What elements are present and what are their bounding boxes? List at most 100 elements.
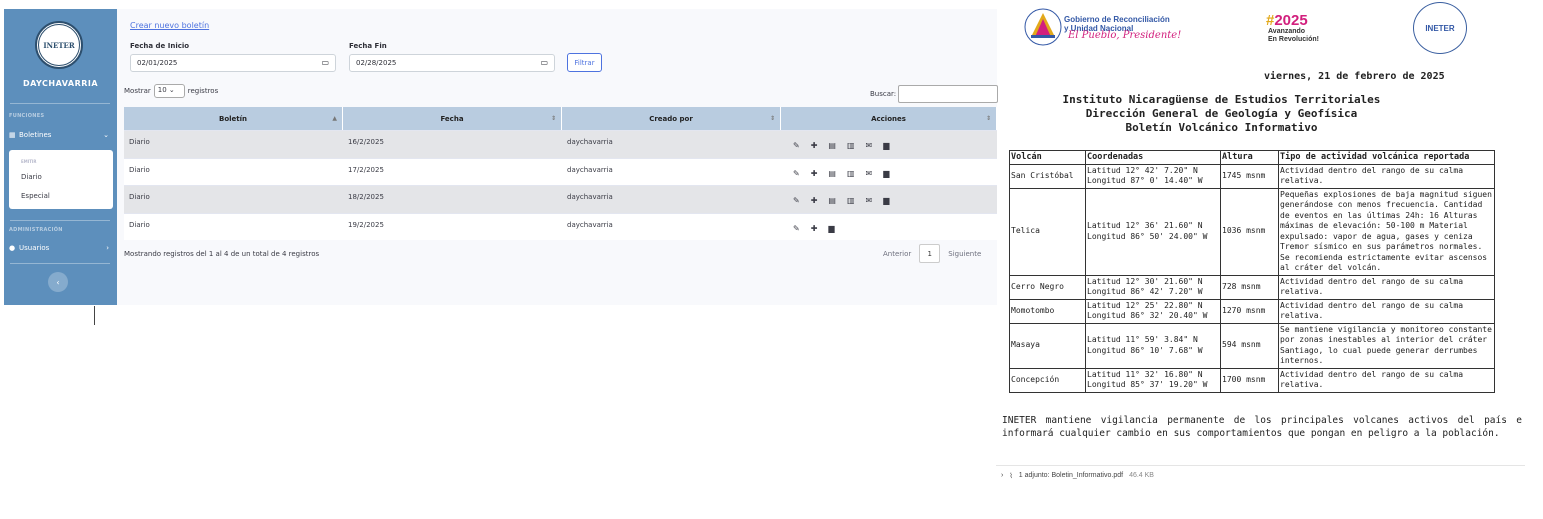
- table-info: Mostrando registros del 1 al 4 de un tot…: [124, 250, 320, 258]
- column-header-creado-por[interactable]: Creado por ⇕: [562, 107, 781, 130]
- cell-creado-por: daychavarria: [567, 220, 613, 229]
- government-slogan: El Pueblo, Presidente!: [1068, 30, 1182, 41]
- bulletin-title-1: Instituto Nicaragüense de Estudios Terri…: [1062, 93, 1381, 106]
- document-icon[interactable]: ▤: [828, 141, 836, 158]
- volcano-row: San Cristóbal Latitud 12° 42' 7.20" N Lon…: [1009, 163, 1495, 189]
- mail-icon[interactable]: ✉: [866, 196, 873, 213]
- edit-icon[interactable]: ✎: [793, 141, 800, 158]
- text-cursor: [94, 306, 95, 325]
- attachment-label[interactable]: 1 adjunto: Boletin_Informativo.pdf: [1019, 472, 1123, 479]
- page-length-value: 10: [157, 86, 167, 94]
- next-page-button[interactable]: Siguiente: [948, 250, 981, 258]
- column-header-acciones[interactable]: Acciones ⇕: [781, 107, 997, 130]
- show-suffix: registros: [187, 87, 219, 95]
- volcano-name: Momotombo: [1009, 298, 1086, 324]
- sidebar-item-usuarios[interactable]: ● Usuarios ›: [9, 241, 113, 255]
- sort-icon: ⇕: [550, 115, 556, 122]
- document-icon[interactable]: ▤: [828, 169, 836, 186]
- table-icon: ▦: [9, 131, 16, 139]
- sidebar-toggle-button[interactable]: ‹: [48, 272, 68, 292]
- bulletin-title-2: Dirección General de Geología y Geofísic…: [1085, 107, 1358, 120]
- filter-button[interactable]: Filtrar: [567, 53, 602, 72]
- cell-fecha: 16/2/2025: [348, 138, 384, 146]
- cell-creado-por: daychavarria: [567, 165, 613, 174]
- page-button[interactable]: 1: [919, 244, 941, 263]
- add-icon[interactable]: ✚: [811, 196, 818, 213]
- column-label: Fecha: [440, 114, 464, 123]
- pdf-icon[interactable]: ▥: [847, 141, 855, 158]
- volcano-table: Volcán Coordenadas Altura Tipo de activi…: [1009, 150, 1495, 393]
- volcano-name: Cerro Negro: [1009, 274, 1086, 300]
- bulletin-title-3: Boletín Volcánico Informativo: [1125, 121, 1318, 134]
- end-date-input[interactable]: 02/28/2025 ▭: [349, 54, 555, 72]
- section-functions: FUNCIONES: [9, 113, 45, 119]
- chevron-left-icon: ‹: [56, 277, 60, 287]
- divider: [10, 103, 110, 104]
- cell-boletin: Diario: [129, 165, 150, 174]
- mail-icon[interactable]: ✉: [866, 169, 873, 186]
- pdf-icon[interactable]: ▥: [847, 196, 855, 213]
- volcano-coords: Latitud 12° 42' 7.20" N Longitud 87° 0' 1…: [1085, 163, 1221, 189]
- revolution-slogan: Avanzando En Revolución!: [1268, 28, 1319, 44]
- cell-creado-por: daychavarria: [567, 193, 613, 201]
- paperclip-icon: ⌇: [1009, 472, 1013, 480]
- mail-icon[interactable]: ✉: [866, 141, 873, 158]
- sort-icon: ⇕: [985, 115, 991, 122]
- sidebar-item-label: Boletines: [19, 131, 52, 139]
- edit-icon[interactable]: ✎: [793, 169, 800, 186]
- cell-boletin: Diario: [129, 220, 150, 229]
- sidebar-brand[interactable]: DAYCHAVARRIA: [4, 79, 117, 88]
- chevron-down-icon: ⌄: [103, 131, 109, 139]
- pdf-icon[interactable]: ▥: [847, 169, 855, 186]
- cell-creado-por: daychavarria: [567, 138, 613, 146]
- latitude: Latitud 12° 25' 22.80" N: [1087, 300, 1203, 310]
- trash-icon[interactable]: ▆: [883, 141, 889, 158]
- calendar-icon[interactable]: ▭: [540, 58, 548, 67]
- sort-asc-icon: ▲: [332, 115, 337, 122]
- start-date-input[interactable]: 02/01/2025 ▭: [130, 54, 336, 72]
- edit-icon[interactable]: ✎: [793, 224, 800, 241]
- add-icon[interactable]: ✚: [811, 169, 818, 186]
- chevron-right-icon[interactable]: ›: [1001, 472, 1003, 479]
- cell-actions: ✎ ✚ ▤ ▥ ✉ ▆: [781, 131, 997, 158]
- volcano-table-header: Volcán Coordenadas Altura Tipo de activi…: [1009, 150, 1495, 165]
- edit-icon[interactable]: ✎: [793, 196, 800, 213]
- submenu-item-especial[interactable]: Especial: [21, 192, 50, 200]
- col-coordenadas: Coordenadas: [1085, 150, 1221, 165]
- latitude: Latitud 12° 42' 7.20" N: [1087, 165, 1198, 175]
- add-icon[interactable]: ✚: [811, 224, 818, 241]
- cell-actions: ✎ ✚ ▤ ▥ ✉ ▆: [781, 159, 997, 186]
- attachment-bar[interactable]: › ⌇ 1 adjunto: Boletin_Informativo.pdf 4…: [996, 465, 1525, 485]
- ineter-logo[interactable]: INETER: [35, 21, 83, 69]
- volcano-coords: Latitud 12° 25' 22.80" N Longitud 86° 32'…: [1085, 298, 1221, 324]
- column-header-boletin[interactable]: Boletín ▲: [124, 107, 343, 130]
- volcano-altitude: 1036 msnm: [1220, 187, 1279, 276]
- trash-icon[interactable]: ▆: [828, 224, 834, 241]
- latitude: Latitud 11° 32' 16.80" N: [1087, 369, 1203, 379]
- volcano-activity: Actividad dentro del rango de su calma r…: [1278, 367, 1495, 393]
- create-bulletin-link[interactable]: Crear nuevo boletín: [130, 21, 209, 30]
- column-header-fecha[interactable]: Fecha ⇕: [343, 107, 562, 130]
- bulletin-date: viernes, 21 de febrero de 2025: [1264, 71, 1445, 82]
- volcano-row: Momotombo Latitud 12° 25' 22.80" N Longit…: [1009, 298, 1495, 324]
- ineter-seal-text: INETER: [1425, 23, 1455, 33]
- pagination: Anterior 1 Siguiente: [883, 244, 981, 263]
- longitude: Longitud 86° 42' 7.20" W: [1087, 287, 1203, 296]
- submenu-item-diario[interactable]: Diario: [21, 173, 42, 181]
- volcano-activity: Actividad dentro del rango de su calma r…: [1278, 163, 1495, 189]
- calendar-icon[interactable]: ▭: [321, 58, 329, 67]
- trash-icon[interactable]: ▆: [883, 196, 889, 213]
- sidebar-item-boletines[interactable]: ▦ Boletines ⌄: [9, 128, 113, 142]
- start-date-value: 02/01/2025: [137, 59, 178, 67]
- volcano-altitude: 728 msnm: [1220, 274, 1279, 300]
- trash-icon[interactable]: ▆: [883, 169, 889, 186]
- volcano-altitude: 1700 msnm: [1220, 367, 1279, 393]
- longitude: Longitud 86° 50' 24.00" W: [1087, 231, 1208, 241]
- page-length-select[interactable]: 10 ⌄: [153, 84, 185, 98]
- sidebar-item-label: Usuarios: [19, 244, 50, 252]
- search-input[interactable]: [898, 85, 999, 103]
- cell-fecha: 19/2/2025: [348, 220, 384, 229]
- prev-page-button[interactable]: Anterior: [883, 250, 911, 258]
- document-icon[interactable]: ▤: [828, 196, 836, 213]
- add-icon[interactable]: ✚: [811, 141, 818, 158]
